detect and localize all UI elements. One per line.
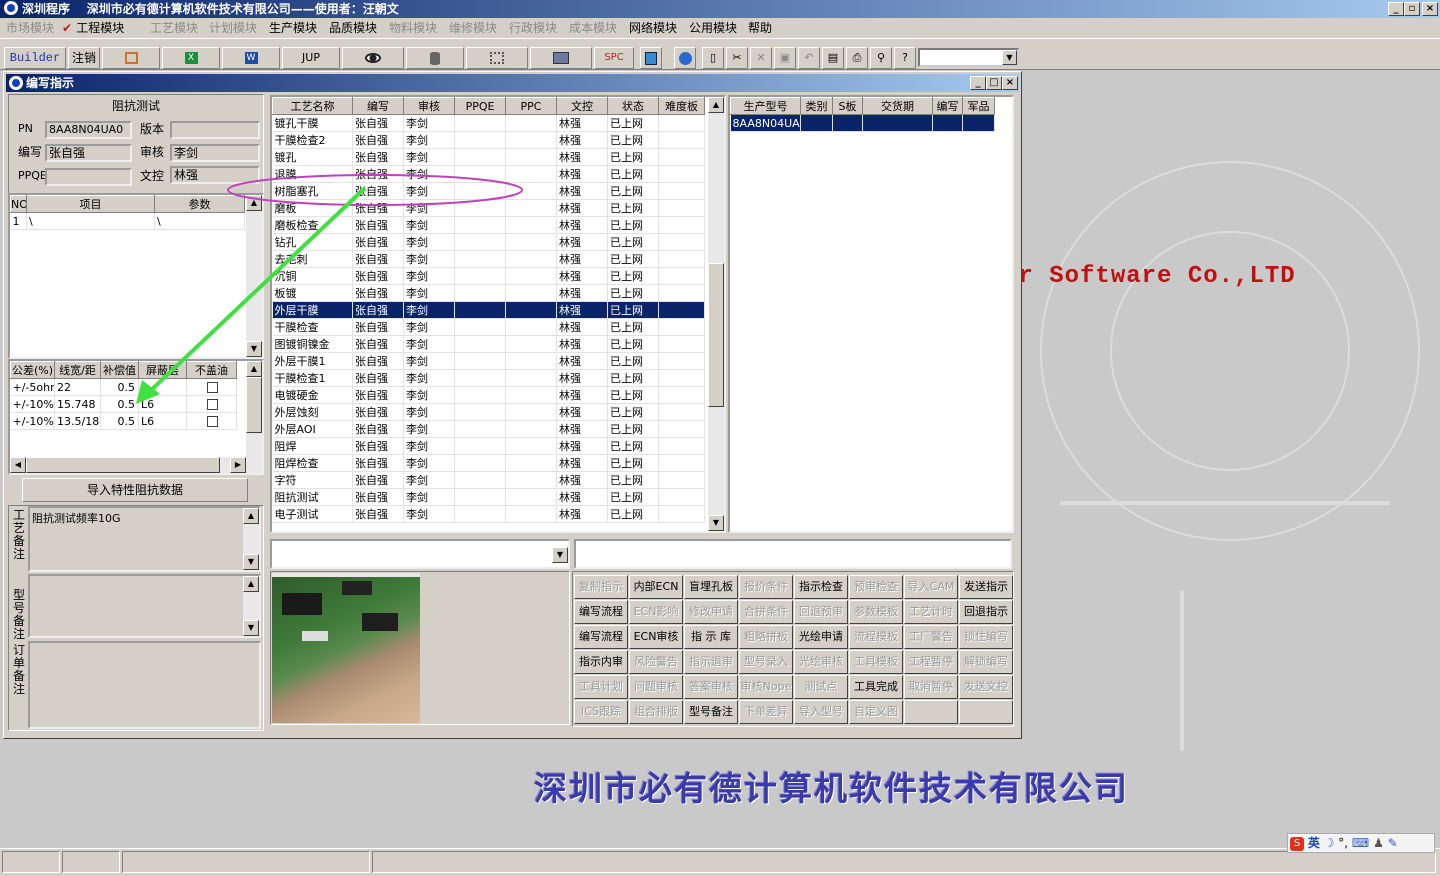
highlight-ellipse xyxy=(227,174,523,206)
green-arrow-shaft xyxy=(146,186,367,395)
annotation-overlay xyxy=(136,174,523,404)
